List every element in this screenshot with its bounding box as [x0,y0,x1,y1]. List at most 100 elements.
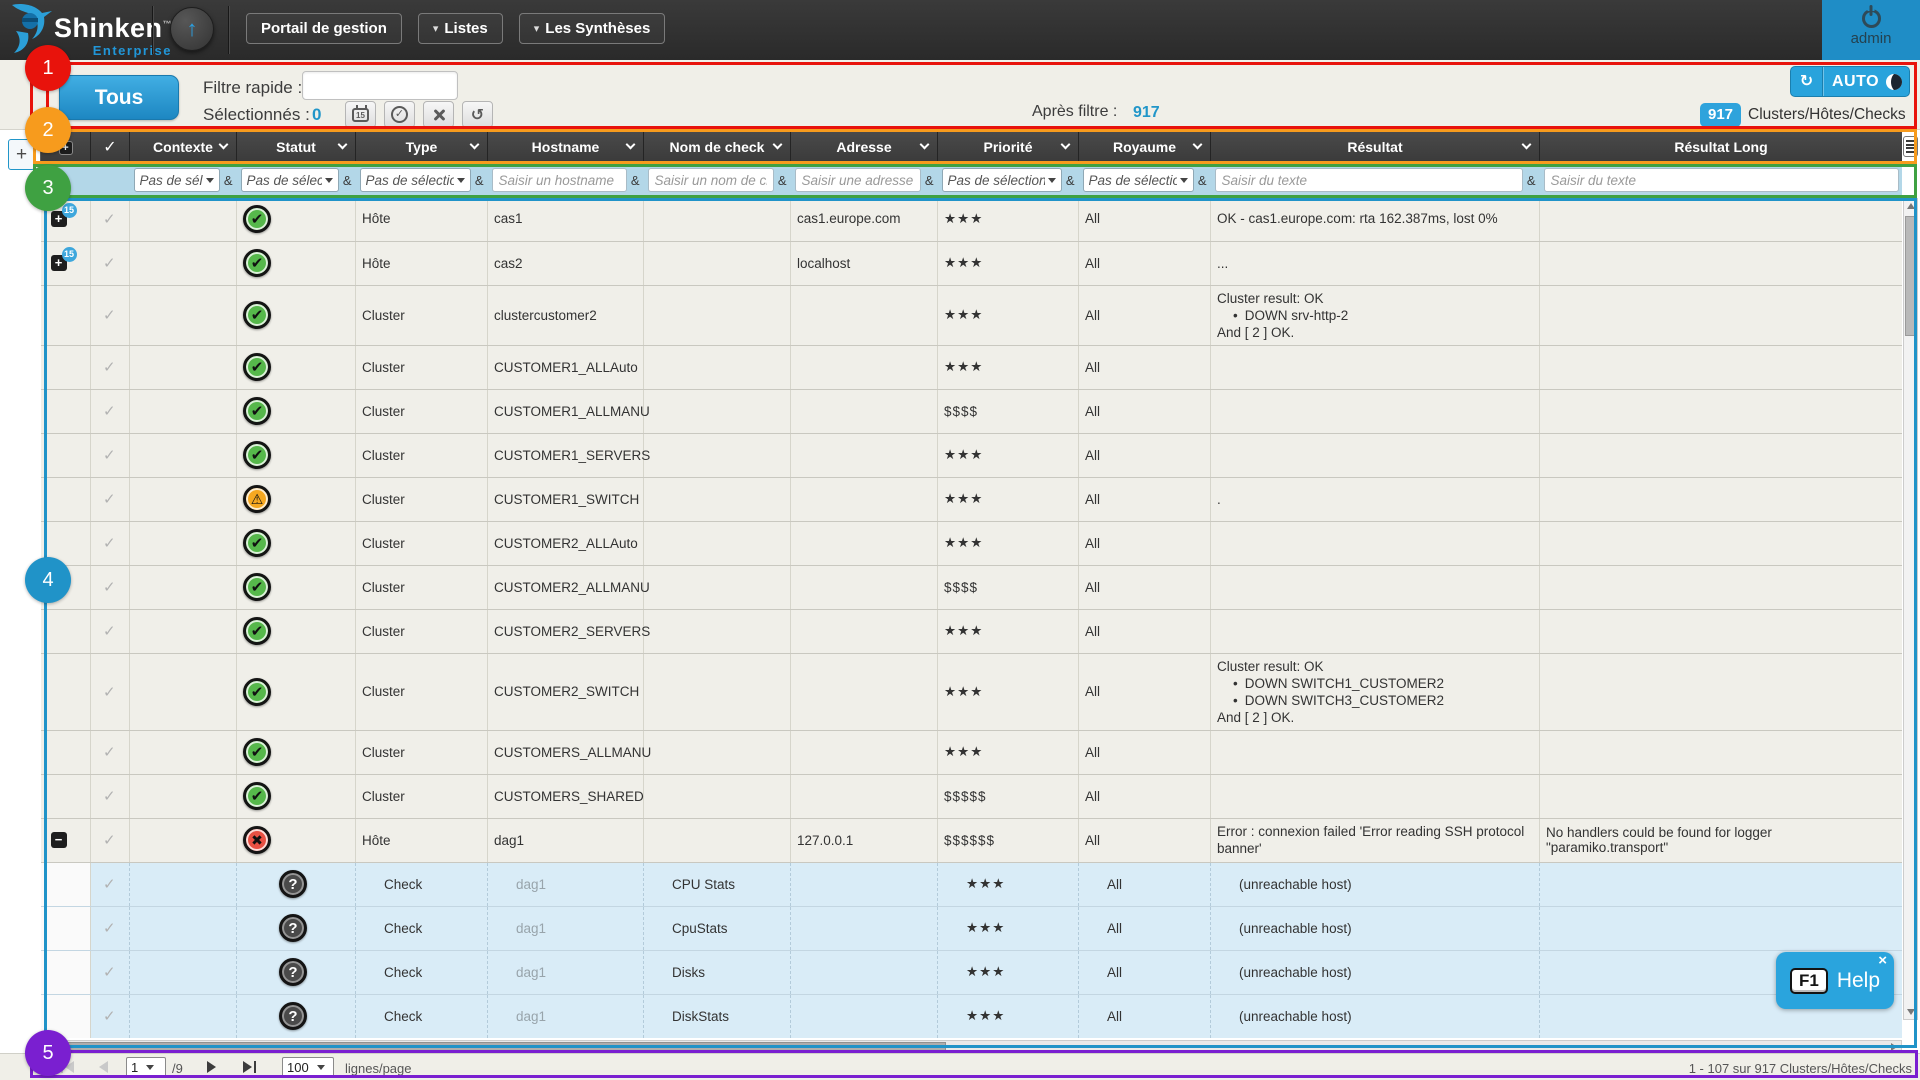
table-row[interactable]: ClusterCUSTOMER1_SERVERS★★★All [41,433,1903,477]
sort-chevron-icon[interactable] [338,140,348,150]
filter-select-contexte[interactable]: Pas de sélection [134,168,220,192]
cell-select[interactable] [91,285,130,345]
sort-chevron-icon[interactable] [1522,140,1532,150]
cell-select[interactable] [91,345,130,389]
table-row[interactable]: ClusterCUSTOMERS_SHARED$$$$$All [41,774,1903,818]
row-check-icon[interactable] [103,832,116,849]
row-check-icon[interactable] [103,964,116,981]
admin-menu-button[interactable]: admin [1822,0,1920,60]
filter-input-adresse[interactable] [795,168,921,192]
cell-select[interactable] [91,477,130,521]
cell-select[interactable] [91,730,130,774]
filter-input-resultat_long[interactable] [1544,168,1899,192]
table-row[interactable]: ClusterCUSTOMERS_ALLMANU★★★All [41,730,1903,774]
row-check-icon[interactable] [103,788,116,805]
cell-select[interactable] [91,433,130,477]
row-check-icon[interactable] [103,307,116,324]
row-check-icon[interactable] [103,535,116,552]
nav-portail-de-gestion[interactable]: Portail de gestion [246,13,402,44]
col-header-contexte[interactable]: Contexte [130,130,237,163]
cell-select[interactable] [91,653,130,730]
row-check-icon[interactable] [103,744,116,761]
sort-chevron-icon[interactable] [1193,140,1203,150]
col-header-adresse[interactable]: Adresse [791,130,938,163]
sort-chevron-icon[interactable] [219,140,229,150]
col-header-resultat_long[interactable]: Résultat Long [1540,130,1903,163]
cell-select[interactable] [91,906,130,950]
table-row[interactable]: ClusterCUSTOMER1_ALLAuto★★★All [41,345,1903,389]
next-page-button[interactable] [196,1057,226,1077]
auto-refresh-button[interactable]: AUTO [1790,66,1910,97]
filter-select-type[interactable]: Pas de sélection [360,168,471,192]
cell-select[interactable] [91,818,130,862]
cell-select[interactable] [91,197,130,241]
row-check-icon[interactable] [103,447,116,464]
sort-chevron-icon[interactable] [920,140,930,150]
row-check-icon[interactable] [103,211,116,228]
row-check-icon[interactable] [103,359,116,376]
scroll-up-arrow-icon[interactable] [1907,203,1915,209]
table-row[interactable]: Checkdag1CPU Stats★★★All(unreachable hos… [41,862,1903,906]
nav-les-syntheses[interactable]: ▾Les Synthèses [519,13,666,44]
sort-chevron-icon[interactable] [773,140,783,150]
col-header-statut[interactable]: Statut [237,130,356,163]
schedule-button[interactable]: 15 [345,101,376,128]
page-select[interactable]: 1 [126,1057,166,1078]
tools-button[interactable] [423,101,454,128]
table-row[interactable]: −Hôtedag1127.0.0.1$$$$$$AllError : conne… [41,818,1903,862]
col-header-resultat[interactable]: Résultat [1211,130,1540,163]
col-header-expand[interactable] [41,130,91,163]
close-icon[interactable]: × [1878,952,1887,969]
row-check-icon[interactable] [103,579,116,596]
cell-select[interactable] [91,994,130,1038]
table-row[interactable]: ClusterCUSTOMER1_SWITCH★★★All. [41,477,1903,521]
table-row[interactable]: Checkdag1CpuStats★★★All(unreachable host… [41,906,1903,950]
filter-input-resultat[interactable] [1215,168,1523,192]
filter-select-statut[interactable]: Pas de sélection [241,168,339,192]
scroll-down-arrow-icon[interactable] [1907,1009,1915,1015]
cell-select[interactable] [91,862,130,906]
col-header-type[interactable]: Type [356,130,488,163]
column-menu-icon[interactable] [1903,136,1918,157]
filter-select-priorite[interactable]: Pas de sélection [942,168,1062,192]
table-row[interactable]: ClusterCUSTOMER2_ALLMANU$$$$All [41,565,1903,609]
col-header-priorite[interactable]: Priorité [938,130,1079,163]
scroll-top-button[interactable] [170,7,214,51]
tous-button[interactable]: Tous [59,75,179,120]
filter-input-hostname[interactable] [492,168,627,192]
row-check-icon[interactable] [103,1008,116,1025]
prev-page-button[interactable] [88,1057,118,1077]
sort-chevron-icon[interactable] [626,140,636,150]
row-check-icon[interactable] [103,684,116,701]
horizontal-scroll-thumb[interactable] [61,1042,946,1052]
vertical-scroll-thumb[interactable] [1905,216,1916,336]
cell-select[interactable] [91,774,130,818]
acknowledge-button[interactable] [384,101,415,128]
row-check-icon[interactable] [103,623,116,640]
row-check-icon[interactable] [103,491,116,508]
sort-chevron-icon[interactable] [470,140,480,150]
cell-select[interactable] [91,521,130,565]
cell-select[interactable] [91,241,130,285]
col-header-hostname[interactable]: Hostname [488,130,644,163]
table-row[interactable]: Checkdag1DiskStats★★★All(unreachable hos… [41,994,1903,1038]
table-row[interactable]: +15Hôtecas1cas1.europe.com★★★AllOK - cas… [41,197,1903,241]
nav-listes[interactable]: ▾Listes [418,13,503,44]
table-row[interactable]: ClusterCUSTOMER2_SERVERS★★★All [41,609,1903,653]
select-all-icon[interactable] [103,139,116,155]
add-tab-button[interactable]: + [8,139,35,170]
reset-button[interactable] [462,101,493,128]
row-check-icon[interactable] [103,403,116,420]
sort-chevron-icon[interactable] [1061,140,1071,150]
row-check-icon[interactable] [103,255,116,272]
table-row[interactable]: ClusterCUSTOMER1_ALLMANU$$$$All [41,389,1903,433]
quick-filter-input[interactable] [302,71,458,100]
expand-all-icon[interactable] [59,141,73,155]
table-row[interactable]: ClusterCUSTOMER2_ALLAuto★★★All [41,521,1903,565]
horizontal-scrollbar[interactable] [44,1040,1902,1054]
help-widget[interactable]: F1 Help × [1776,952,1894,1009]
filter-input-check_name[interactable] [648,168,774,192]
table-row[interactable]: Checkdag1Disks★★★All(unreachable host) [41,950,1903,994]
table-row[interactable]: +15Hôtecas2localhost★★★All... [41,241,1903,285]
cell-select[interactable] [91,609,130,653]
